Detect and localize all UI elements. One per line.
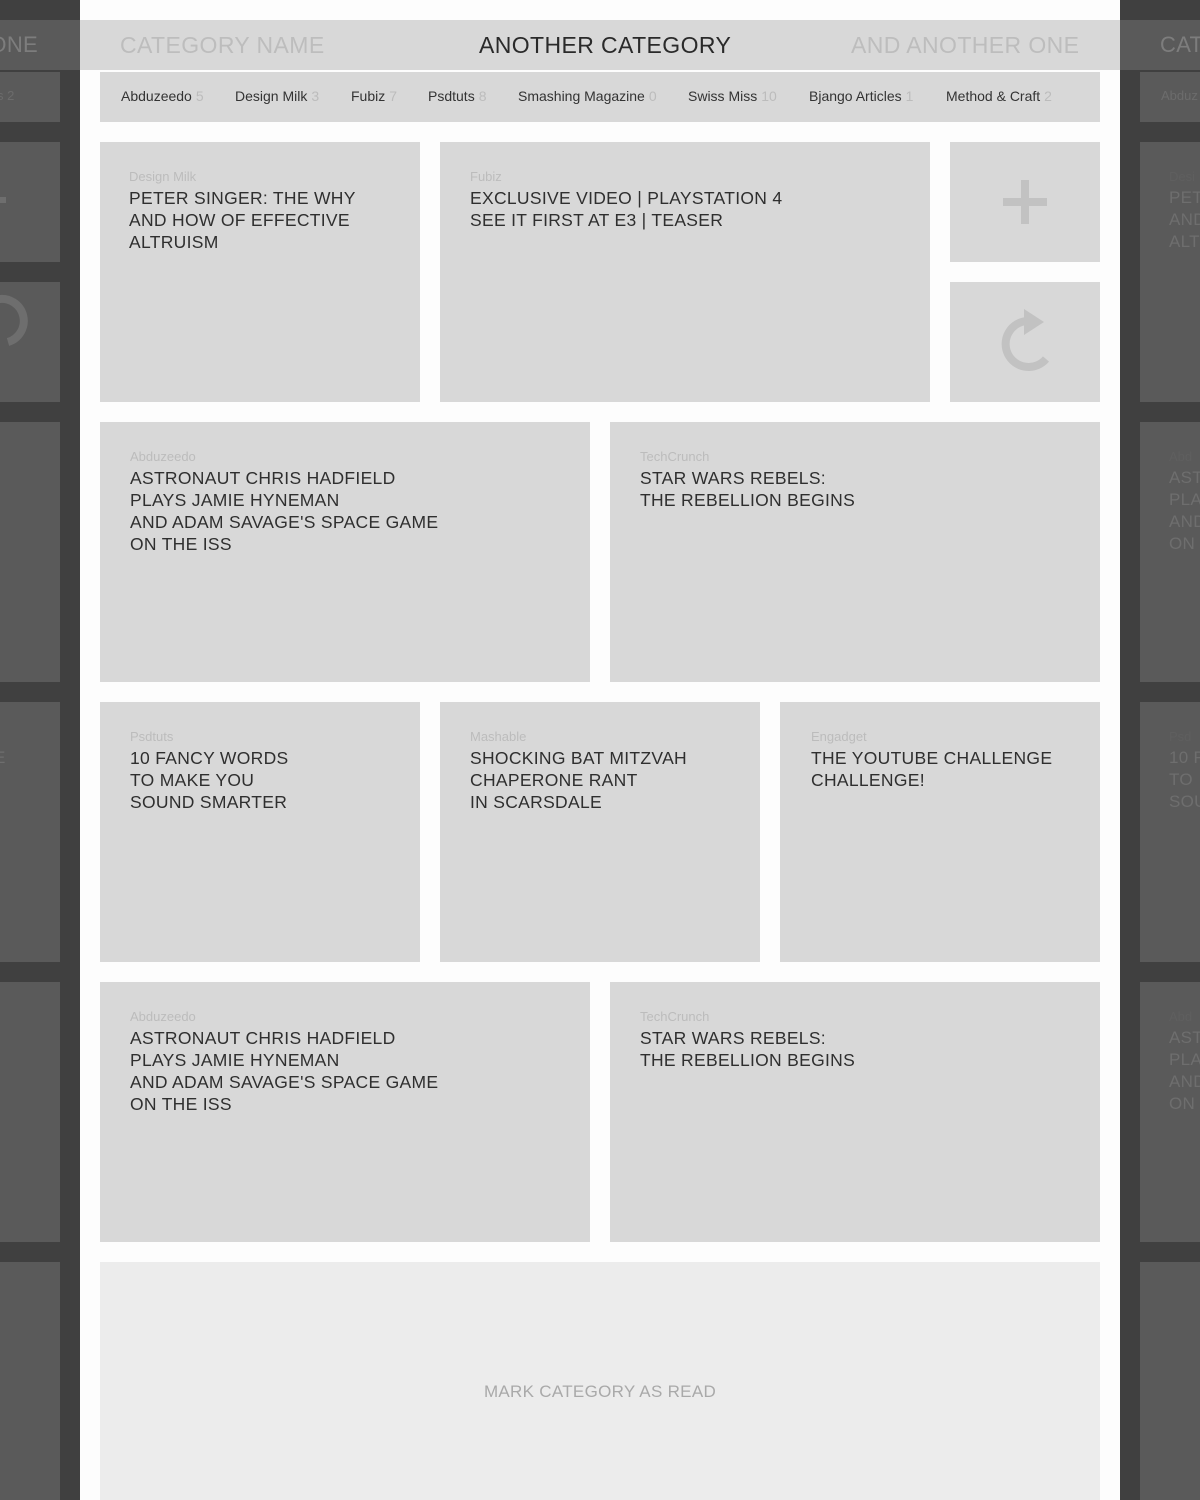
next-tile-source-fragment: Abd [1169, 449, 1193, 464]
feed-name: Smashing Magazine [518, 88, 645, 104]
feed-filter-item[interactable]: Smashing Magazine 0 [518, 88, 657, 104]
previous-category-panel[interactable]: ONE s 2 E [0, 0, 80, 1500]
feed-count: 2 [1044, 88, 1052, 104]
category-panel: CATEGORY NAME ANOTHER CATEGORY AND ANOTH… [80, 0, 1120, 1500]
feed-filter-item[interactable]: Method & Craft 2 [946, 88, 1052, 104]
article-tile[interactable]: TechCrunch STAR WARS REBELS: THE REBELLI… [610, 982, 1100, 1242]
previous-tile[interactable] [0, 422, 60, 682]
next-tile-source-fragment: Psd [1169, 729, 1192, 744]
refresh-button[interactable] [950, 282, 1100, 402]
feed-name: Method & Craft [946, 88, 1041, 104]
feed-filter-item[interactable]: Design Milk 3 [235, 88, 319, 104]
feed-count: 0 [648, 88, 657, 104]
next-tile[interactable]: Desi PET AND ALT [1140, 142, 1200, 402]
previous-category-name-fragment: ONE [0, 32, 38, 57]
feed-name: Psdtuts [428, 88, 475, 104]
article-source: TechCrunch [640, 1009, 710, 1024]
feed-filter-item[interactable]: Abduzeedo 5 [121, 88, 204, 104]
feed-filter-item[interactable]: Fubiz 7 [351, 88, 397, 104]
feed-name: Bjango Articles [809, 88, 902, 104]
article-source: Psdtuts [130, 729, 174, 744]
next-category-panel[interactable]: CAT Abduz Desi PET AND ALT Abd AST PLA A… [1120, 0, 1200, 1500]
category-tab-prev[interactable]: CATEGORY NAME [120, 32, 325, 59]
feed-count: 5 [195, 88, 204, 104]
next-tile-title-fragment: AST PLA AND ON [1169, 468, 1200, 553]
plus-icon [1003, 180, 1047, 224]
previous-tile[interactable] [0, 142, 60, 262]
previous-tile[interactable] [0, 982, 60, 1242]
article-title: PETER SINGER: THE WHY AND HOW OF EFFECTI… [129, 188, 356, 252]
next-tile-title-fragment: 10 F TO SOU [1169, 748, 1200, 811]
category-tab-next[interactable]: AND ANOTHER ONE [851, 32, 1079, 59]
next-tile-source-fragment: Abd [1169, 1009, 1193, 1024]
article-source: Abduzeedo [130, 449, 196, 464]
next-tile[interactable]: Abd AST PLA AND ON [1140, 982, 1200, 1242]
feed-name: Design Milk [235, 88, 308, 104]
feed-count: 7 [389, 88, 398, 104]
next-tile[interactable]: Abd AST PLA AND ON [1140, 422, 1200, 682]
article-tile[interactable]: TechCrunch STAR WARS REBELS: THE REBELLI… [610, 422, 1100, 682]
category-tab-current[interactable]: ANOTHER CATEGORY [479, 32, 731, 59]
previous-category-header: ONE [0, 20, 80, 70]
next-feed-fragment: Abduz [1161, 88, 1198, 103]
article-title: 10 FANCY WORDS TO MAKE YOU SOUND SMARTER [130, 748, 289, 812]
next-category-header: CAT [1120, 20, 1200, 70]
feed-name: Abduzeedo [121, 88, 192, 104]
article-tile[interactable]: Design Milk PETER SINGER: THE WHY AND HO… [100, 142, 420, 402]
feed-count: 8 [478, 88, 487, 104]
feed-count: 1 [905, 88, 914, 104]
article-title: STAR WARS REBELS: THE REBELLION BEGINS [640, 1028, 856, 1070]
refresh-icon [1001, 309, 1050, 371]
next-category-name-fragment: CAT [1160, 32, 1200, 57]
next-tile-title-fragment: PET AND ALT [1169, 188, 1200, 251]
article-source: TechCrunch [640, 449, 710, 464]
article-tile[interactable]: Mashable SHOCKING BAT MITZVAH CHAPERONE … [440, 702, 760, 962]
article-title: ASTRONAUT CHRIS HADFIELD PLAYS JAMIE HYN… [130, 468, 439, 554]
article-source: Design Milk [129, 169, 197, 184]
previous-tile[interactable]: E [0, 702, 60, 962]
category-bar: CATEGORY NAME ANOTHER CATEGORY AND ANOTH… [80, 20, 1120, 70]
next-tile-title-fragment: AST PLA AND ON [1169, 1028, 1200, 1113]
previous-tile[interactable] [0, 282, 60, 402]
article-title: SHOCKING BAT MITZVAH CHAPERONE RANT IN S… [470, 748, 687, 812]
feed-name: Swiss Miss [688, 88, 758, 104]
article-tile[interactable]: Abduzeedo ASTRONAUT CHRIS HADFIELD PLAYS… [100, 422, 590, 682]
article-tile[interactable]: Fubiz EXCLUSIVE VIDEO | PLAYSTATION 4 SE… [440, 142, 930, 402]
article-tile[interactable]: Abduzeedo ASTRONAUT CHRIS HADFIELD PLAYS… [100, 982, 590, 1242]
article-title: THE YOUTUBE CHALLENGE CHALLENGE! [811, 748, 1053, 790]
article-title: STAR WARS REBELS: THE REBELLION BEGINS [640, 468, 856, 510]
previous-tile[interactable] [0, 1262, 60, 1500]
next-feed-bar: Abduz [1140, 72, 1200, 122]
article-source: Engadget [811, 729, 867, 744]
feed-filter-item[interactable]: Bjango Articles 1 [809, 88, 913, 104]
article-title: ASTRONAUT CHRIS HADFIELD PLAYS JAMIE HYN… [130, 1028, 439, 1114]
feed-count: 3 [311, 88, 320, 104]
next-tile-source-fragment: Desi [1169, 169, 1196, 184]
feed-count: 10 [761, 88, 777, 104]
article-source: Mashable [470, 729, 527, 744]
previous-tile-title-fragment: E [0, 747, 6, 769]
article-tile[interactable]: Psdtuts 10 FANCY WORDS TO MAKE YOU SOUND… [100, 702, 420, 962]
add-feed-button[interactable] [950, 142, 1100, 262]
article-source: Fubiz [470, 169, 502, 184]
article-tile[interactable]: Engadget THE YOUTUBE CHALLENGE CHALLENGE… [780, 702, 1100, 962]
feed-name: Fubiz [351, 88, 386, 104]
next-tile[interactable] [1140, 1262, 1200, 1500]
previous-feed-fragment: s 2 [0, 88, 15, 103]
previous-feed-bar: s 2 [0, 72, 60, 122]
feed-filter-item[interactable]: Psdtuts 8 [428, 88, 487, 104]
article-source: Abduzeedo [130, 1009, 196, 1024]
refresh-icon-fragment [0, 294, 28, 346]
feed-filter-bar: Abduzeedo 5 Design Milk 3 Fubiz 7 Psdtuts 8 … [100, 72, 1100, 122]
next-tile[interactable]: Psd 10 F TO SOU [1140, 702, 1200, 962]
article-title: EXCLUSIVE VIDEO | PLAYSTATION 4 SEE IT F… [470, 188, 783, 230]
plus-icon-fragment [0, 197, 6, 203]
mark-category-read-label: MARK CATEGORY AS READ [483, 1382, 717, 1401]
feed-filter-item[interactable]: Swiss Miss 10 [688, 88, 777, 104]
mark-category-read-button[interactable]: MARK CATEGORY AS READ [100, 1262, 1100, 1500]
